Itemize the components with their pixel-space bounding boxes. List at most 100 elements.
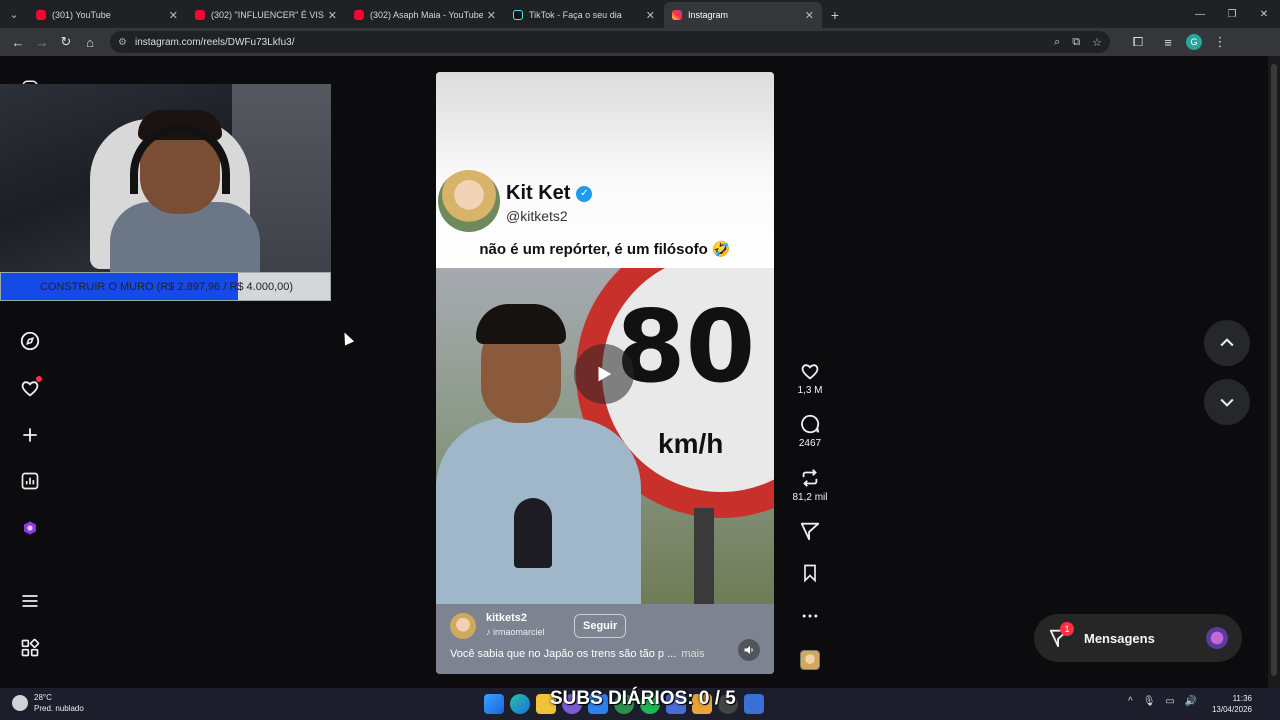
tab-youtube-1[interactable]: (301) YouTube ✕	[28, 2, 186, 28]
comment-icon[interactable]	[799, 413, 821, 435]
reload-icon[interactable]: ↻	[54, 30, 78, 54]
close-tab-icon[interactable]: ✕	[646, 9, 655, 22]
scrollbar-thumb[interactable]	[1271, 64, 1277, 676]
microphone	[514, 498, 552, 568]
reel-info-bar: kitkets2 ♪ irmaomarciel Seguir Você sabi…	[436, 604, 774, 674]
tab-title: (302) Asaph Maia - YouTube	[370, 10, 483, 20]
calculator-icon[interactable]	[744, 694, 764, 714]
share-action[interactable]	[790, 520, 830, 542]
messages-badge: 1	[1060, 622, 1074, 636]
url-text[interactable]: instagram.com/reels/DWFu73Lkfu3/	[135, 37, 1042, 48]
install-app-icon[interactable]: ⧉	[1072, 36, 1080, 49]
weather-widget[interactable]: 28°C Pred. nublado	[12, 692, 84, 714]
comment-action[interactable]: 2467	[790, 413, 830, 449]
share-send-icon[interactable]	[799, 520, 821, 542]
heart-icon[interactable]	[799, 360, 821, 382]
next-reel-button[interactable]	[1204, 379, 1250, 425]
more-link[interactable]: mais	[681, 648, 704, 660]
tab-tiktok[interactable]: TikTok - Faça o seu dia ✕	[505, 2, 663, 28]
reel-caption: Você sabia que no Japão os trens são tão…	[450, 648, 705, 660]
explore-icon[interactable]	[18, 329, 42, 353]
media-controls-icon[interactable]: ≡	[1156, 30, 1180, 54]
close-tab-icon[interactable]: ✕	[805, 9, 814, 22]
author-username[interactable]: kitkets2	[486, 612, 527, 624]
streamer-webcam	[0, 84, 331, 272]
weather-description: Pred. nublado	[34, 704, 84, 713]
messages-button[interactable]: 1 Mensagens	[1034, 614, 1242, 662]
system-tray: ^ 🎙 ▭ 🔊	[1128, 696, 1197, 707]
follow-button[interactable]: Seguir	[574, 614, 627, 638]
more-options-action[interactable]	[790, 606, 830, 626]
tab-search-chevron-icon[interactable]: ⌄	[0, 0, 28, 28]
home-icon[interactable]: ⌂	[78, 30, 102, 54]
new-tab-plus-icon[interactable]: +	[823, 2, 847, 28]
video-frame[interactable]: 80 km/h	[436, 268, 774, 604]
message-contact-avatar	[1206, 627, 1228, 649]
close-window-icon[interactable]: ✕	[1248, 0, 1280, 28]
bookmark-icon[interactable]	[800, 563, 820, 583]
save-action[interactable]	[790, 563, 830, 583]
instagram-favicon-icon	[672, 10, 682, 20]
audio-owner-thumbnail[interactable]	[800, 650, 820, 670]
profile-avatar[interactable]: G	[1186, 34, 1202, 50]
dashboard-icon[interactable]	[18, 469, 42, 493]
meta-ai-icon[interactable]	[18, 516, 42, 540]
minimize-icon[interactable]: —	[1184, 0, 1216, 28]
reel-video-player[interactable]: Kit Ket ✓ @kitkets2 não é um repórter, é…	[436, 72, 774, 674]
caption-text: Você sabia que no Japão os trens são tão…	[450, 648, 677, 660]
previous-reel-button[interactable]	[1204, 320, 1250, 366]
tab-youtube-2[interactable]: (302) "INFLUENCER" É VISTO N ✕	[187, 2, 345, 28]
notifications-heart-icon[interactable]	[18, 376, 42, 400]
forward-arrow-icon[interactable]: →	[30, 30, 54, 54]
cloud-icon	[12, 695, 28, 711]
reporter-hair	[476, 304, 566, 344]
tweet-header	[436, 72, 774, 268]
page-scrollbar[interactable]	[1268, 56, 1280, 688]
close-tab-icon[interactable]: ✕	[487, 9, 496, 22]
back-arrow-icon[interactable]: ←	[6, 30, 30, 54]
create-plus-icon[interactable]	[18, 423, 42, 447]
site-info-icon[interactable]: ⚙	[118, 37, 127, 48]
zoom-icon[interactable]: ⌕	[1054, 36, 1060, 49]
author-avatar[interactable]	[450, 613, 476, 639]
tweet-display-name: Kit Ket	[506, 182, 571, 204]
play-icon[interactable]	[574, 344, 634, 404]
microphone-icon[interactable]: 🎙	[1143, 696, 1156, 707]
youtube-favicon-icon	[195, 10, 205, 20]
audio-name: irmaomarciel	[493, 627, 545, 637]
messages-label: Mensagens	[1084, 630, 1155, 646]
address-bar[interactable]: ⚙ instagram.com/reels/DWFu73Lkfu3/ ⌕ ⧉ ☆	[110, 31, 1110, 53]
tab-title: TikTok - Faça o seu dia	[529, 10, 622, 20]
restore-icon[interactable]: ❐	[1216, 0, 1248, 28]
chevron-up-icon	[1220, 338, 1234, 347]
comment-count: 2467	[798, 438, 822, 449]
mute-icon[interactable]	[738, 639, 760, 661]
system-clock[interactable]: 11:36 13/04/2026	[1206, 693, 1252, 715]
more-dots-icon[interactable]	[800, 606, 820, 626]
tab-instagram[interactable]: Instagram ✕	[664, 2, 822, 28]
browser-toolbar: ← → ↻ ⌂ ⚙ instagram.com/reels/DWFu73Lkfu…	[0, 28, 1280, 56]
tray-chevron-up-icon[interactable]: ^	[1128, 696, 1133, 707]
window-controls: — ❐ ✕	[1184, 0, 1280, 28]
tweet-name: Kit Ket ✓	[506, 182, 593, 205]
tab-youtube-3[interactable]: (302) Asaph Maia - YouTube ✕	[346, 2, 504, 28]
close-tab-icon[interactable]: ✕	[328, 9, 337, 22]
repost-icon[interactable]	[799, 467, 821, 489]
extensions-icon[interactable]: ⧠	[1126, 30, 1150, 54]
tab-strip: ⌄ (301) YouTube ✕ (302) "INFLUENCER" É V…	[0, 0, 1280, 28]
audio-attribution[interactable]: ♪ irmaomarciel	[486, 627, 545, 637]
edge-icon[interactable]	[510, 694, 530, 714]
repost-action[interactable]: 81,2 mil	[790, 467, 830, 503]
volume-icon[interactable]: 🔊	[1185, 696, 1197, 707]
also-from-meta-icon[interactable]	[18, 636, 42, 660]
network-icon[interactable]: ▭	[1165, 696, 1174, 707]
chevron-down-icon	[1220, 398, 1234, 407]
more-menu-icon[interactable]	[18, 589, 42, 613]
sign-pole	[694, 508, 714, 604]
kebab-menu-icon[interactable]: ⋮	[1208, 30, 1232, 54]
windows-start-icon[interactable]	[484, 694, 504, 714]
close-tab-icon[interactable]: ✕	[169, 9, 178, 22]
like-action[interactable]: 1,3 M	[790, 360, 830, 396]
bookmark-star-icon[interactable]: ☆	[1092, 36, 1102, 49]
like-count: 1,3 M	[797, 385, 823, 396]
